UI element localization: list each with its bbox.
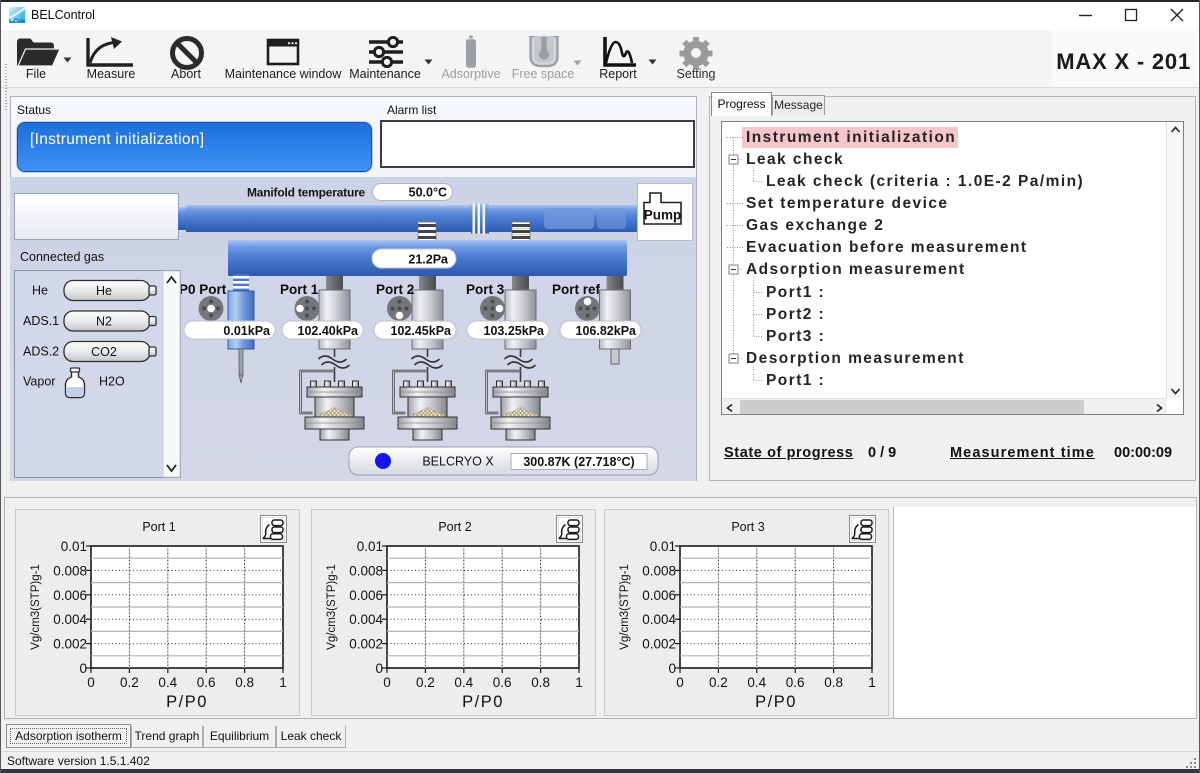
- svg-text:0.008: 0.008: [53, 563, 87, 578]
- svg-text:He: He: [96, 284, 112, 298]
- svg-text:N2: N2: [96, 315, 112, 329]
- svg-text:Port 3: Port 3: [731, 520, 764, 534]
- svg-text:Port 2: Port 2: [438, 520, 471, 534]
- svg-text:Port 2: Port 2: [376, 282, 414, 297]
- svg-text:1: 1: [279, 675, 287, 690]
- svg-text:CO2: CO2: [91, 345, 117, 359]
- svg-text:0.4: 0.4: [158, 675, 177, 690]
- svg-text:0.6: 0.6: [197, 675, 216, 690]
- svg-text:Port 1: Port 1: [142, 520, 175, 534]
- svg-text:BELCRYO X: BELCRYO X: [422, 455, 494, 469]
- svg-text:21.2Pa: 21.2Pa: [408, 253, 449, 267]
- svg-text:Connected gas: Connected gas: [20, 250, 104, 264]
- svg-text:300.87K (27.718°C): 300.87K (27.718°C): [523, 455, 634, 469]
- svg-text:0.006: 0.006: [53, 588, 87, 603]
- svg-text:50.0°C: 50.0°C: [409, 186, 447, 200]
- svg-text:Vg/cm3(STP)g-1: Vg/cm3(STP)g-1: [30, 564, 42, 650]
- svg-text:103.25kPa: 103.25kPa: [484, 324, 546, 338]
- svg-text:0.002: 0.002: [53, 637, 87, 652]
- svg-text:102.40kPa: 102.40kPa: [298, 324, 360, 338]
- svg-text:P/P0: P/P0: [166, 693, 208, 711]
- svg-text:ADS.2: ADS.2: [23, 345, 59, 359]
- svg-text:0.01kPa: 0.01kPa: [223, 324, 271, 338]
- svg-text:0.01: 0.01: [61, 539, 87, 554]
- svg-text:Port 3: Port 3: [466, 282, 505, 297]
- svg-text:0.004: 0.004: [53, 612, 87, 627]
- svg-text:106.82kPa: 106.82kPa: [576, 324, 638, 338]
- svg-text:H2O: H2O: [99, 375, 125, 389]
- svg-text:Port ref: Port ref: [552, 282, 601, 297]
- svg-text:Vapor: Vapor: [23, 375, 55, 389]
- svg-text:0.2: 0.2: [120, 675, 139, 690]
- svg-text:Port 1: Port 1: [280, 282, 319, 297]
- svg-text:0: 0: [79, 661, 87, 676]
- svg-text:0.8: 0.8: [235, 675, 254, 690]
- svg-text:ADS.1: ADS.1: [23, 314, 59, 328]
- svg-text:P0 Port: P0 Port: [179, 282, 227, 297]
- svg-text:0: 0: [87, 675, 95, 690]
- svg-text:Pump: Pump: [644, 208, 682, 223]
- svg-text:Manifold temperature: Manifold temperature: [247, 186, 366, 200]
- svg-text:102.45kPa: 102.45kPa: [391, 324, 453, 338]
- svg-text:He: He: [32, 284, 48, 298]
